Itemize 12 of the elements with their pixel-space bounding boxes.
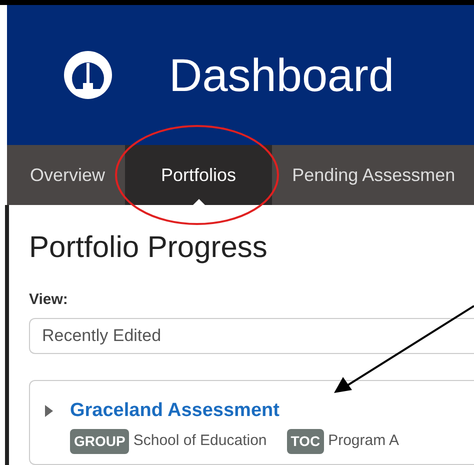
tag-text: Program A bbox=[328, 431, 399, 452]
nav-tab[interactable]: Pending Assessmen bbox=[272, 145, 474, 205]
tag-text: School of Education bbox=[133, 431, 267, 452]
page-title: Dashboard bbox=[169, 48, 394, 102]
nav-tab[interactable]: Portfolios bbox=[125, 145, 272, 205]
portfolio-link[interactable]: Graceland Assessment bbox=[70, 396, 280, 425]
section-title: Portfolio Progress bbox=[29, 233, 268, 263]
view-select[interactable]: Recently Edited bbox=[29, 318, 474, 354]
view-label: View: bbox=[29, 290, 69, 310]
tag-badge: GROUP bbox=[70, 429, 130, 454]
tag-badge: TOC bbox=[286, 429, 324, 454]
nav-tab[interactable]: Overview bbox=[10, 145, 126, 205]
